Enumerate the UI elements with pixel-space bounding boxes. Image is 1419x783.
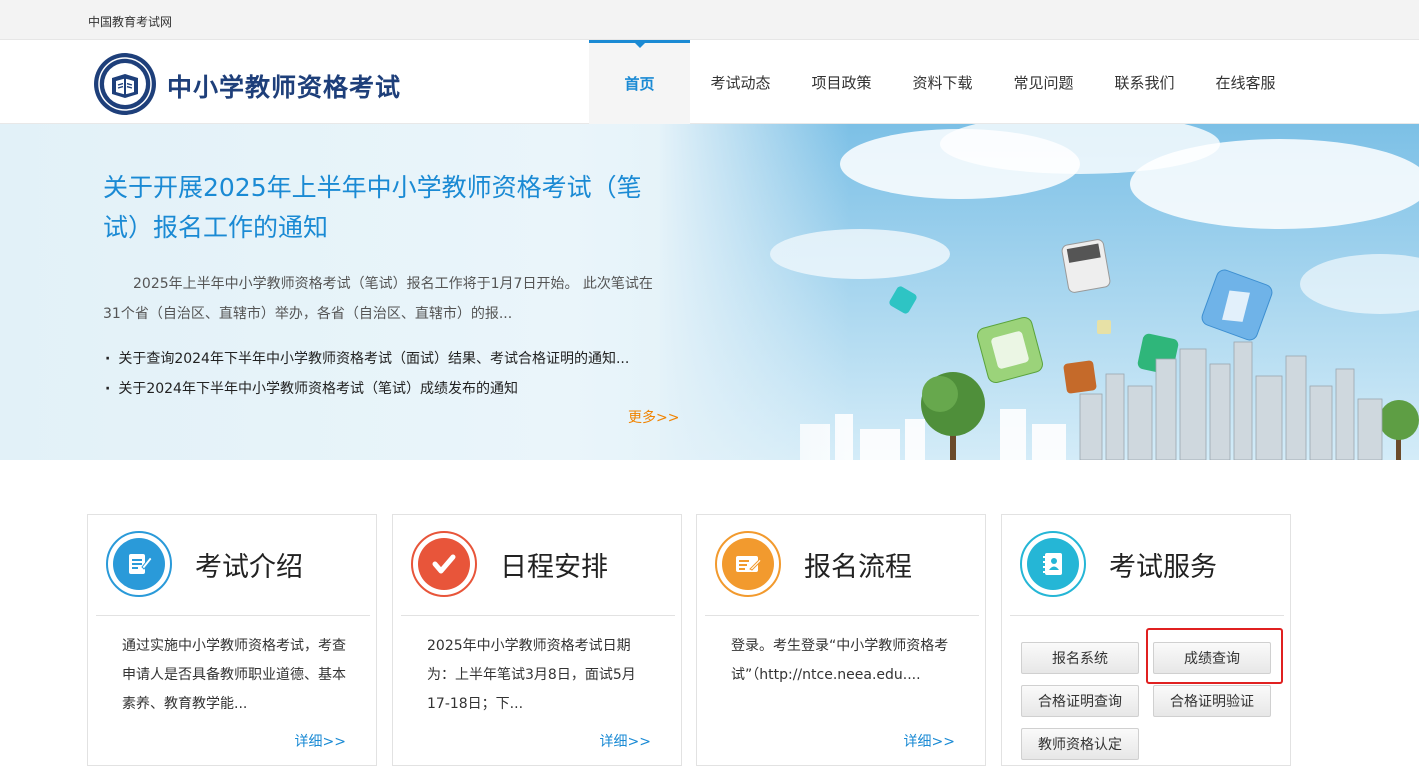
nav-exam-news[interactable]: 考试动态 (690, 40, 791, 124)
exam-logo-icon[interactable] (92, 52, 158, 116)
nav-label: 资料下载 (912, 73, 973, 92)
site-header: 中小学教师资格考试 首页 考试动态 项目政策 资料下载 常见问题 联系我们 在线… (0, 40, 1419, 124)
news-list: 关于查询2024年下半年中小学教师资格考试（面试）结果、考试合格证明的通知...… (105, 344, 629, 404)
card-body: 通过实施中小学教师资格考试，考查申请人是否具备教师职业道德、基本素养、教育教学能… (122, 638, 346, 712)
card-title: 日程安排 (500, 552, 608, 583)
news-item[interactable]: 关于查询2024年下半年中小学教师资格考试（面试）结果、考试合格证明的通知... (105, 344, 629, 374)
detail-link[interactable]: 详细>> (600, 731, 651, 751)
card-header: 考试介绍 (96, 515, 370, 616)
card-body: 2025年中小学教师资格考试日期为：上半年笔试3月8日，面试5月17-18日；下… (427, 638, 636, 712)
news-item[interactable]: 关于2024年下半年中小学教师资格考试（笔试）成绩发布的通知 (105, 374, 629, 404)
card-icon-ring (715, 531, 781, 597)
checkmark-icon (418, 538, 470, 590)
site-name-link[interactable]: 中国教育考试网 (88, 13, 172, 30)
hero-banner: 关于开展2025年上半年中小学教师资格考试（笔试）报名工作的通知 2025年上半… (0, 124, 1419, 460)
top-strip: 中国教育考试网 (0, 0, 1419, 40)
nav-label: 考试动态 (710, 73, 771, 92)
nav-home[interactable]: 首页 (589, 40, 690, 124)
info-cards: 考试介绍 通过实施中小学教师资格考试，考查申请人是否具备教师职业道德、基本素养、… (87, 514, 1292, 766)
card-registration-process: 报名流程 登录。考生登录“中小学教师资格考试”（http://ntce.neea… (696, 514, 986, 766)
nav-label: 项目政策 (811, 73, 872, 92)
card-header: 报名流程 (705, 515, 979, 616)
contact-book-icon (1027, 538, 1079, 590)
main-nav: 首页 考试动态 项目政策 资料下载 常见问题 联系我们 在线客服 (589, 40, 1296, 124)
card-body: 登录。考生登录“中小学教师资格考试”（http://ntce.neea.edu.… (731, 638, 949, 683)
form-edit-icon (722, 538, 774, 590)
nav-label: 联系我们 (1114, 73, 1175, 92)
nav-label: 首页 (624, 75, 655, 93)
registration-system-button[interactable]: 报名系统 (1021, 642, 1139, 674)
card-exam-services: 考试服务 报名系统 成绩查询 合格证明查询 合格证明验证 教师资格认定 (1001, 514, 1291, 766)
card-header: 日程安排 (401, 515, 675, 616)
headline-link[interactable]: 关于开展2025年上半年中小学教师资格考试（笔试）报名工作的通知 (103, 168, 663, 248)
certificate-query-button[interactable]: 合格证明查询 (1021, 685, 1139, 717)
card-icon-ring (1020, 531, 1086, 597)
nav-policy[interactable]: 项目政策 (791, 40, 892, 124)
nav-label: 在线客服 (1215, 73, 1276, 92)
teacher-qualification-button[interactable]: 教师资格认定 (1021, 728, 1139, 760)
active-caret-icon (634, 42, 646, 48)
nav-label: 常见问题 (1013, 73, 1074, 92)
nav-faq[interactable]: 常见问题 (993, 40, 1094, 124)
site-brand-title[interactable]: 中小学教师资格考试 (167, 68, 401, 104)
card-header: 考试服务 (1010, 515, 1284, 616)
card-title: 考试服务 (1109, 552, 1217, 583)
score-inquiry-highlight-box (1146, 628, 1283, 684)
card-exam-intro: 考试介绍 通过实施中小学教师资格考试，考查申请人是否具备教师职业道德、基本素养、… (87, 514, 377, 766)
card-title: 考试介绍 (195, 552, 303, 583)
certificate-verify-button[interactable]: 合格证明验证 (1153, 685, 1271, 717)
more-link[interactable]: 更多>> (628, 407, 679, 427)
nav-downloads[interactable]: 资料下载 (892, 40, 993, 124)
document-edit-icon (113, 538, 165, 590)
nav-contact[interactable]: 联系我们 (1094, 40, 1195, 124)
card-icon-ring (106, 531, 172, 597)
card-title: 报名流程 (804, 552, 912, 583)
card-icon-ring (411, 531, 477, 597)
nav-online-service[interactable]: 在线客服 (1195, 40, 1296, 124)
detail-link[interactable]: 详细>> (904, 731, 955, 751)
city-skyline-illustration (660, 124, 1419, 460)
headline-summary: 2025年上半年中小学教师资格考试（笔试）报名工作将于1月7日开始。 此次笔试在… (103, 276, 653, 322)
card-schedule: 日程安排 2025年中小学教师资格考试日期为：上半年笔试3月8日，面试5月17-… (392, 514, 682, 766)
detail-link[interactable]: 详细>> (295, 731, 346, 751)
